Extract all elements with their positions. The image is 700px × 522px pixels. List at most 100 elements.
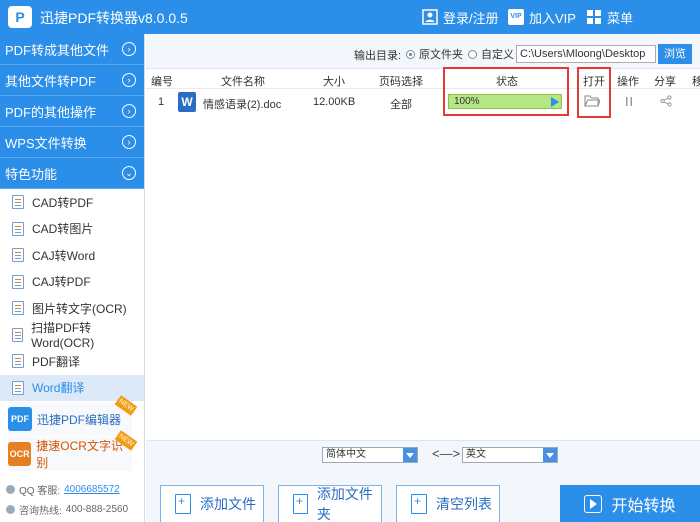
vip-button[interactable]: VIP 加入VIP <box>508 7 576 27</box>
col-header: 大小 <box>323 76 345 88</box>
start-convert-label: 开始转换 <box>611 497 676 515</box>
col-header: 页码选择 <box>379 76 423 88</box>
file-name: 情感语录(2).doc <box>203 99 282 111</box>
login-button[interactable]: 登录/注册 <box>422 7 499 27</box>
sidebar-item-label: CAJ转PDF <box>32 275 91 290</box>
share-icon[interactable] <box>660 95 672 107</box>
add-folder-icon <box>293 494 308 514</box>
sidebar-cat-other-to-pdf[interactable]: 其他文件转PDF › <box>0 65 144 96</box>
sidebar-item-image-ocr[interactable]: 图片转文字(OCR) <box>0 295 144 322</box>
col-header: 编号 <box>151 76 173 88</box>
promo-label: 迅捷PDF编辑器 <box>37 412 122 427</box>
sidebar-item-cad-to-image[interactable]: CAD转图片 <box>0 216 144 243</box>
output-path-input[interactable]: C:\Users\Mloong\Desktop <box>516 45 656 63</box>
add-folder-button[interactable]: 添加文件夹 <box>278 485 382 522</box>
sidebar-item-pdf-translate[interactable]: PDF翻译 <box>0 348 144 375</box>
sidebar-cat-wps[interactable]: WPS文件转换 › <box>0 127 144 158</box>
clear-list-button[interactable]: 清空列表 <box>396 485 500 522</box>
clear-list-label: 清空列表 <box>436 496 492 512</box>
document-icon <box>12 195 24 210</box>
status-highlight-box <box>443 67 569 116</box>
sidebar-item-caj-to-word[interactable]: CAJ转Word <box>0 242 144 269</box>
phone-label: 咨询热线: <box>19 506 62 517</box>
grid-icon <box>587 10 601 24</box>
dropdown-arrow-icon <box>403 448 417 462</box>
radio-label: 原文件夹 <box>419 49 463 61</box>
login-label: 登录/注册 <box>443 10 499 26</box>
page-selection[interactable]: 全部 <box>390 96 412 112</box>
output-dir-label: 输出目录: <box>354 50 402 62</box>
add-file-icon <box>175 494 191 514</box>
sidebar-item-caj-to-pdf[interactable]: CAJ转PDF <box>0 269 144 296</box>
col-header: 分享 <box>654 76 676 88</box>
open-highlight-box <box>577 67 611 118</box>
source-language-select[interactable]: 简体中文 <box>322 447 418 463</box>
chevron-right-circle-icon: › <box>122 73 136 87</box>
sidebar-cat-label: PDF的其他操作 <box>5 104 97 120</box>
chevron-right-circle-icon: › <box>122 42 136 56</box>
pdf-editor-icon: PDF <box>8 407 32 431</box>
ocr-icon: OCR <box>8 442 32 466</box>
menu-button[interactable]: 菜单 <box>586 7 633 27</box>
sidebar-item-label: PDF翻译 <box>32 354 81 369</box>
add-folder-label: 添加文件夹 <box>316 486 373 522</box>
phone-number: 400-888-2560 <box>65 504 129 515</box>
sidebar-cat-label: PDF转成其他文件 <box>5 42 110 58</box>
sidebar-item-label: 图片转文字(OCR) <box>32 301 127 316</box>
document-icon <box>12 221 24 236</box>
col-header: 文件名称 <box>221 76 265 88</box>
qq-contact: QQ 客服: 4006685572 <box>6 482 120 497</box>
file-size: 12.00KB <box>313 96 356 108</box>
app-title: 迅捷PDF转换器v8.0.0.5 <box>40 10 188 26</box>
target-language-select[interactable]: 英文 <box>462 447 558 463</box>
bottom-toolbar: 添加文件 添加文件夹 清空列表 开始转换 <box>146 468 700 522</box>
pause-icon[interactable] <box>624 96 634 107</box>
swap-language-icon[interactable]: <—> <box>432 446 460 461</box>
sidebar-cat-features[interactable]: 特色功能 ⌄ <box>0 158 144 189</box>
qq-link[interactable]: 4006685572 <box>64 484 120 495</box>
promo-ocr[interactable]: OCR 捷速OCR文字识别 NEW <box>8 430 138 471</box>
target-language-value: 英文 <box>466 449 486 460</box>
sidebar-item-label: 扫描PDF转Word(OCR) <box>31 321 95 351</box>
sidebar-item-scan-pdf-ocr[interactable]: 扫描PDF转Word(OCR) <box>0 321 144 351</box>
sidebar-cat-pdf-to-other[interactable]: PDF转成其他文件 › <box>0 34 144 65</box>
col-header: 操作 <box>617 76 639 88</box>
radio-label: 自定义 <box>481 49 514 61</box>
play-icon <box>584 494 603 513</box>
radio-dot <box>468 49 477 59</box>
document-icon <box>12 274 24 289</box>
document-icon <box>12 301 24 316</box>
chevron-right-circle-icon: › <box>122 104 136 118</box>
menu-label: 菜单 <box>607 10 634 26</box>
vip-icon: VIP <box>508 9 524 25</box>
browse-button[interactable]: 浏览 <box>658 44 692 64</box>
source-language-value: 简体中文 <box>326 449 366 460</box>
phone-icon <box>6 505 15 514</box>
sidebar-cat-label: 特色功能 <box>5 166 58 182</box>
dropdown-arrow-icon <box>543 448 557 462</box>
promo-pdf-editor[interactable]: PDF 迅捷PDF编辑器 NEW <box>8 395 138 436</box>
vip-label: 加入VIP <box>529 10 576 26</box>
qq-icon <box>6 485 15 494</box>
language-bar: 简体中文 <—> 英文 <box>146 440 700 468</box>
app-logo-icon: P <box>8 6 32 28</box>
sidebar-item-label: Word翻译 <box>32 381 85 396</box>
sidebar-item-cad-to-pdf[interactable]: CAD转PDF <box>0 189 144 216</box>
sidebar-item-label: CAD转图片 <box>32 222 94 237</box>
radio-custom[interactable]: 自定义 <box>468 46 514 62</box>
table-row[interactable]: 1 W 情感语录(2).doc 12.00KB 全部 100% <box>146 90 700 116</box>
sidebar-cat-label: 其他文件转PDF <box>5 73 97 89</box>
file-table-header: 编号 文件名称 大小 页码选择 状态 打开 操作 分享 移 <box>146 69 700 89</box>
add-file-label: 添加文件 <box>200 496 256 512</box>
clear-list-icon <box>411 494 427 514</box>
sidebar-cat-pdf-other-ops[interactable]: PDF的其他操作 › <box>0 96 144 127</box>
start-convert-button[interactable]: 开始转换 <box>560 485 700 522</box>
word-file-icon: W <box>178 92 196 112</box>
add-file-button[interactable]: 添加文件 <box>160 485 264 522</box>
col-header: 移 <box>692 76 700 88</box>
document-icon <box>12 380 24 395</box>
chevron-right-circle-icon: › <box>122 135 136 149</box>
radio-source-folder[interactable]: 原文件夹 <box>406 46 463 62</box>
document-icon <box>12 248 24 263</box>
qq-label: QQ 客服: <box>19 486 61 497</box>
